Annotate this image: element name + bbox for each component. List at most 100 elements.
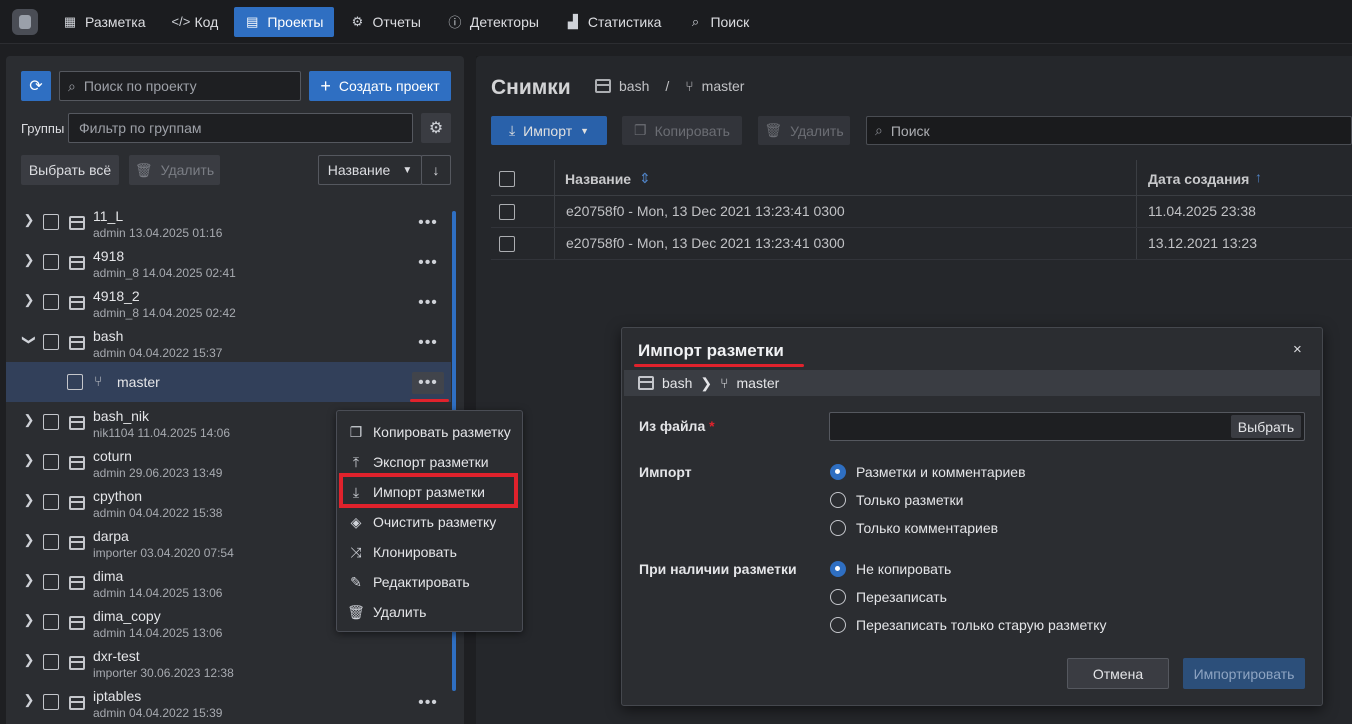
project-row[interactable]: ❯ 4918 admin_8 14.04.2025 02:41 ••• [6, 242, 451, 282]
menu-item-clone[interactable]: ⤨ Клонировать [347, 537, 457, 567]
row-checkbox[interactable] [43, 454, 59, 470]
nav-search[interactable]: ⌕ Поиск [677, 7, 759, 37]
project-icon [69, 216, 85, 230]
nav-markup[interactable]: ▦ Разметка [52, 7, 156, 37]
row-checkbox[interactable] [43, 494, 59, 510]
existing-markup-label: При наличии разметки [639, 561, 797, 577]
radio-button[interactable] [830, 464, 846, 480]
radio-comments-only[interactable]: Только комментариев [830, 520, 998, 536]
row-checkbox[interactable] [67, 374, 83, 390]
more-icon[interactable]: ••• [412, 372, 444, 394]
highlight-annotation-underline [410, 399, 449, 402]
branch-row[interactable]: ⑂ master ••• [6, 362, 451, 402]
project-row[interactable]: ❯ iptables admin 04.04.2022 15:39 ••• [6, 682, 451, 722]
menu-item-edit[interactable]: ✎ Редактировать [347, 567, 470, 597]
row-checkbox[interactable] [43, 574, 59, 590]
nav-search-label: Поиск [710, 13, 750, 30]
radio-button[interactable] [830, 520, 846, 536]
project-search-placeholder: Поиск по проекту [83, 78, 197, 94]
create-project-button[interactable]: + Создать проект [309, 71, 451, 101]
row-checkbox[interactable] [43, 694, 59, 710]
trash-icon: 🗑 [134, 161, 153, 178]
chevron-right-icon[interactable]: ❯ [22, 612, 36, 628]
menu-item-label: Клонировать [373, 544, 457, 560]
radio-markup-only[interactable]: Только разметки [830, 492, 964, 508]
groups-label: Группы [21, 121, 65, 136]
file-path-input[interactable]: Выбрать [829, 412, 1305, 441]
menu-item-clear-markup[interactable]: ◈ Очистить разметку [347, 507, 497, 537]
chevron-right-icon[interactable]: ❯ [22, 212, 36, 228]
chevron-right-icon[interactable]: ❯ [22, 452, 36, 468]
menu-item-label: Редактировать [373, 574, 470, 590]
row-checkbox[interactable] [43, 294, 59, 310]
chevron-right-icon[interactable]: ❯ [22, 572, 36, 588]
radio-overwrite-old[interactable]: Перезаписать только старую разметку [830, 617, 1106, 633]
row-checkbox[interactable] [43, 614, 59, 630]
project-row[interactable]: ❯ bash admin 04.04.2022 15:37 ••• [6, 322, 451, 362]
sort-field-select[interactable]: Название ▼ [318, 155, 422, 185]
chevron-right-icon[interactable]: ❯ [22, 692, 36, 708]
more-icon[interactable]: ••• [412, 692, 444, 714]
chevron-down-icon[interactable]: ❯ [21, 333, 37, 347]
row-checkbox[interactable] [43, 254, 59, 270]
refresh-button[interactable]: ⟳ [21, 71, 51, 101]
chevron-right-icon[interactable]: ❯ [22, 652, 36, 668]
chevron-right-icon[interactable]: ❯ [22, 492, 36, 508]
delete-projects-label: Удалить [160, 162, 215, 178]
chevron-right-icon[interactable]: ❯ [22, 412, 36, 428]
import-submit-button[interactable]: Импортировать [1183, 658, 1305, 689]
more-icon[interactable]: ••• [412, 252, 444, 274]
nav-statistics-label: Статистика [587, 13, 662, 30]
close-icon[interactable]: × [1293, 341, 1302, 358]
menu-item-copy-markup[interactable]: ❐ Копировать разметку [347, 417, 511, 447]
branch-context-menu: ❐ Копировать разметку ⤒ Экспорт разметки ⤓… [336, 410, 523, 632]
project-icon [69, 616, 85, 630]
row-checkbox[interactable] [43, 414, 59, 430]
branch-icon: ⑂ [94, 373, 103, 389]
nav-detectors[interactable]: ⓘ Детекторы [437, 7, 549, 37]
select-all-button[interactable]: Выбрать всё [21, 155, 119, 185]
project-name: bash_nik [93, 408, 150, 424]
groups-settings-button[interactable]: ⚙ [421, 113, 451, 143]
delete-projects-button[interactable]: 🗑 Удалить [129, 155, 220, 185]
menu-item-label: Экспорт разметки [373, 454, 489, 470]
radio-markup-and-comments[interactable]: Разметки и комментариев [830, 464, 1026, 480]
radio-button[interactable] [830, 617, 846, 633]
nav-projects[interactable]: ▤ Проекты [234, 6, 334, 37]
radio-overwrite[interactable]: Перезаписать [830, 589, 947, 605]
more-icon[interactable]: ••• [412, 292, 444, 314]
row-checkbox[interactable] [43, 654, 59, 670]
nav-code[interactable]: </> Код [162, 7, 229, 37]
project-search-input[interactable]: ⌕ Поиск по проекту [59, 71, 301, 101]
row-checkbox[interactable] [43, 534, 59, 550]
project-name: dima_copy [93, 608, 161, 624]
project-row[interactable]: ❯ 4918_2 admin_8 14.04.2025 02:42 ••• [6, 282, 451, 322]
nav-detectors-label: Детекторы [469, 13, 539, 30]
project-row[interactable]: ❯ dxr-test importer 30.06.2023 12:38 [6, 642, 451, 682]
radio-button[interactable] [830, 561, 846, 577]
more-icon[interactable]: ••• [412, 332, 444, 354]
choose-file-button[interactable]: Выбрать [1231, 415, 1301, 438]
nav-statistics[interactable]: ▟ Статистика [555, 7, 672, 37]
project-row[interactable]: ❯ 11_L admin 13.04.2025 01:16 ••• [6, 202, 451, 242]
trash-icon: 🗑 [347, 603, 365, 620]
radio-button[interactable] [830, 492, 846, 508]
cancel-button[interactable]: Отмена [1067, 658, 1169, 689]
more-icon[interactable]: ••• [412, 212, 444, 234]
menu-item-delete[interactable]: 🗑 Удалить [347, 597, 426, 627]
groups-filter-input[interactable]: Фильтр по группам [68, 113, 413, 143]
radio-button[interactable] [830, 589, 846, 605]
chevron-right-icon[interactable]: ❯ [22, 292, 36, 308]
copy-icon: ❐ [349, 423, 363, 440]
row-checkbox[interactable] [43, 214, 59, 230]
chevron-right-icon[interactable]: ❯ [22, 252, 36, 268]
project-icon [69, 256, 85, 270]
nav-reports[interactable]: ⚙ Отчеты [340, 7, 431, 37]
app-logo[interactable] [12, 8, 38, 35]
radio-do-not-copy[interactable]: Не копировать [830, 561, 951, 577]
chevron-right-icon[interactable]: ❯ [22, 532, 36, 548]
menu-item-label: Очистить разметку [373, 514, 497, 530]
row-checkbox[interactable] [43, 334, 59, 350]
sort-direction-button[interactable]: ↓ [421, 155, 451, 185]
import-options-label: Импорт [639, 464, 692, 480]
